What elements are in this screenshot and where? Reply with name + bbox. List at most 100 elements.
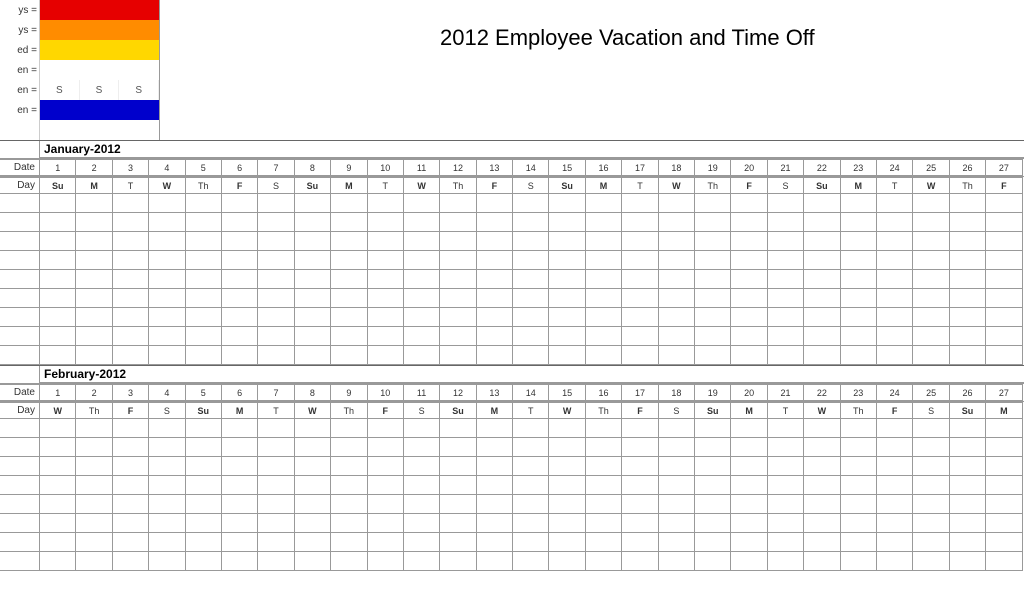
grid-cell[interactable] — [222, 552, 258, 571]
grid-cell[interactable] — [804, 251, 840, 270]
grid-cell[interactable] — [222, 327, 258, 346]
grid-cell[interactable] — [913, 327, 949, 346]
day-cell[interactable]: W — [549, 402, 585, 419]
grid-cell[interactable] — [258, 232, 294, 251]
grid-cell[interactable] — [40, 438, 76, 457]
grid-cell[interactable] — [222, 213, 258, 232]
grid-cell[interactable] — [695, 346, 731, 365]
grid-cell[interactable] — [695, 194, 731, 213]
grid-cell[interactable] — [186, 438, 222, 457]
date-cell[interactable]: 15 — [549, 384, 585, 401]
grid-cell[interactable] — [877, 346, 913, 365]
grid-cell[interactable] — [186, 308, 222, 327]
grid-cell[interactable] — [659, 213, 695, 232]
grid-cell[interactable] — [76, 533, 112, 552]
grid-cell[interactable] — [986, 213, 1022, 232]
grid-cell[interactable] — [440, 289, 476, 308]
grid-cell[interactable] — [586, 514, 622, 533]
grid-cell[interactable] — [40, 476, 76, 495]
grid-cell[interactable] — [986, 346, 1022, 365]
grid-cell[interactable] — [295, 213, 331, 232]
grid-cell[interactable] — [513, 213, 549, 232]
grid-cell[interactable] — [295, 308, 331, 327]
grid-cell[interactable] — [950, 476, 986, 495]
grid-cell[interactable] — [659, 419, 695, 438]
day-cell[interactable]: Th — [695, 177, 731, 194]
grid-cell[interactable] — [622, 270, 658, 289]
grid-cell[interactable] — [841, 419, 877, 438]
grid-cell[interactable] — [331, 213, 367, 232]
grid-cell[interactable] — [659, 289, 695, 308]
grid-cell[interactable] — [549, 308, 585, 327]
day-cell[interactable]: F — [368, 402, 404, 419]
grid-cell[interactable] — [368, 289, 404, 308]
day-cell[interactable]: F — [731, 177, 767, 194]
grid-cell[interactable] — [804, 514, 840, 533]
grid-cell[interactable] — [40, 308, 76, 327]
date-cell[interactable]: 25 — [913, 159, 949, 176]
grid-cell[interactable] — [586, 213, 622, 232]
grid-cell[interactable] — [258, 495, 294, 514]
day-cell[interactable]: S — [404, 402, 440, 419]
day-cell[interactable]: S — [913, 402, 949, 419]
day-cell[interactable]: S — [659, 402, 695, 419]
grid-cell[interactable] — [40, 552, 76, 571]
grid-cell[interactable] — [986, 495, 1022, 514]
grid-cell[interactable] — [659, 308, 695, 327]
grid-cell[interactable] — [368, 213, 404, 232]
grid-cell[interactable] — [586, 476, 622, 495]
grid-cell[interactable] — [295, 476, 331, 495]
grid-cell[interactable] — [149, 232, 185, 251]
grid-cell[interactable] — [404, 476, 440, 495]
grid-cell[interactable] — [113, 438, 149, 457]
grid-cell[interactable] — [986, 308, 1022, 327]
grid-cell[interactable] — [695, 552, 731, 571]
grid-cell[interactable] — [513, 327, 549, 346]
date-cell[interactable]: 3 — [113, 159, 149, 176]
grid-cell[interactable] — [113, 289, 149, 308]
grid-cell[interactable] — [477, 438, 513, 457]
date-cell[interactable]: 25 — [913, 384, 949, 401]
day-cell[interactable]: T — [877, 177, 913, 194]
grid-cell[interactable] — [186, 251, 222, 270]
grid-cell[interactable] — [186, 194, 222, 213]
grid-cell[interactable] — [440, 419, 476, 438]
date-cell[interactable]: 5 — [186, 159, 222, 176]
grid-cell[interactable] — [186, 270, 222, 289]
grid-cell[interactable] — [659, 495, 695, 514]
grid-cell[interactable] — [149, 419, 185, 438]
grid-cell[interactable] — [368, 514, 404, 533]
grid-cell[interactable] — [368, 270, 404, 289]
grid-cell[interactable] — [877, 194, 913, 213]
grid-cell[interactable] — [586, 346, 622, 365]
grid-cell[interactable] — [731, 232, 767, 251]
grid-cell[interactable] — [986, 327, 1022, 346]
grid-cell[interactable] — [76, 476, 112, 495]
date-cell[interactable]: 21 — [768, 384, 804, 401]
date-cell[interactable]: 22 — [804, 159, 840, 176]
grid-cell[interactable] — [477, 419, 513, 438]
day-cell[interactable]: Su — [186, 402, 222, 419]
day-cell[interactable]: W — [404, 177, 440, 194]
grid-cell[interactable] — [404, 457, 440, 476]
grid-cell[interactable] — [295, 495, 331, 514]
grid-cell[interactable] — [440, 213, 476, 232]
grid-cell[interactable] — [841, 495, 877, 514]
grid-cell[interactable] — [549, 533, 585, 552]
date-cell[interactable]: 8 — [295, 159, 331, 176]
grid-cell[interactable] — [113, 476, 149, 495]
grid-cell[interactable] — [477, 289, 513, 308]
grid-cell[interactable] — [440, 495, 476, 514]
grid-cell[interactable] — [331, 308, 367, 327]
grid-cell[interactable] — [913, 514, 949, 533]
grid-cell[interactable] — [950, 419, 986, 438]
day-cell[interactable]: W — [149, 177, 185, 194]
grid-cell[interactable] — [841, 533, 877, 552]
grid-cell[interactable] — [877, 251, 913, 270]
grid-cell[interactable] — [804, 327, 840, 346]
grid-cell[interactable] — [877, 514, 913, 533]
grid-cell[interactable] — [768, 308, 804, 327]
date-cell[interactable]: 26 — [950, 384, 986, 401]
day-cell[interactable]: W — [40, 402, 76, 419]
grid-cell[interactable] — [768, 438, 804, 457]
